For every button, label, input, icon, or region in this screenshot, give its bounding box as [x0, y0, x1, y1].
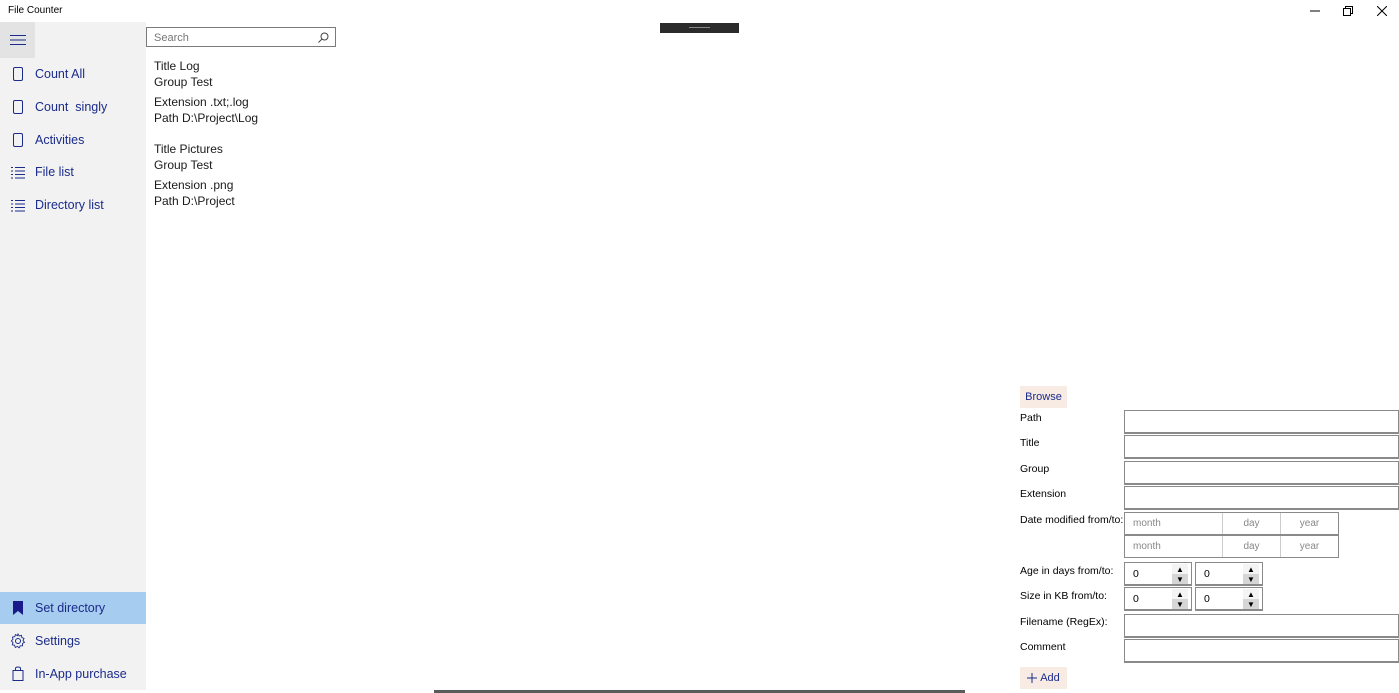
sidebar-item-file-list[interactable]: File list [0, 156, 146, 188]
browse-button[interactable]: Browse [1020, 386, 1067, 408]
group-label: Group [1020, 463, 1050, 475]
list-item[interactable]: Title Pictures Group Test Extension .png… [154, 141, 235, 209]
gear-icon [10, 633, 26, 649]
tablet-icon [13, 100, 23, 114]
group-field[interactable] [1124, 461, 1399, 485]
entry-title: Title Log [154, 59, 200, 73]
increment-arrow-icon[interactable]: ▲ [1243, 564, 1259, 574]
comment-label: Comment [1020, 641, 1066, 653]
size-from-value: 0 [1133, 593, 1139, 605]
sidebar-item-directory-list[interactable]: Directory list [0, 189, 146, 221]
decrement-arrow-icon[interactable]: ▼ [1172, 599, 1188, 609]
decrement-arrow-icon[interactable]: ▼ [1172, 574, 1188, 584]
extension-label: Extension [1020, 488, 1067, 500]
list-icon [11, 200, 25, 212]
date-to-month[interactable]: month [1125, 536, 1223, 557]
date-to-picker[interactable]: month day year [1124, 535, 1339, 558]
entry-extension: Extension .txt;.log [154, 95, 249, 109]
age-to-stepper[interactable]: 0 ▲ ▼ [1195, 562, 1263, 586]
title-bar: File Counter [0, 0, 1399, 22]
size-from-stepper[interactable]: 0 ▲ ▼ [1124, 587, 1192, 611]
date-modified-label: Date modified from/to: [1020, 514, 1124, 526]
date-to-year[interactable]: year [1281, 536, 1338, 557]
add-button[interactable]: Add [1020, 667, 1067, 689]
date-from-year[interactable]: year [1281, 513, 1338, 534]
size-to-value: 0 [1204, 593, 1210, 605]
decrement-arrow-icon[interactable]: ▼ [1243, 574, 1259, 584]
sidebar-item-label: Settings [35, 634, 81, 648]
age-label: Age in days from/to: [1020, 565, 1114, 577]
add-button-label: Add [1040, 672, 1060, 684]
filename-regex-label: Filename (RegEx): [1020, 616, 1108, 628]
sidebar: Count All Count singly Activities File l… [0, 22, 146, 690]
close-icon [1377, 6, 1387, 16]
sidebar-item-label: File list [35, 165, 74, 179]
search-input[interactable]: Search [146, 27, 336, 47]
hamburger-icon [9, 35, 26, 45]
decrement-arrow-icon[interactable]: ▼ [1243, 599, 1259, 609]
app-title: File Counter [8, 5, 63, 16]
increment-arrow-icon[interactable]: ▲ [1172, 564, 1188, 574]
path-label: Path [1020, 412, 1042, 424]
entry-extension: Extension .png [154, 178, 234, 192]
comment-field[interactable] [1124, 639, 1399, 663]
sidebar-item-in-app-purchase[interactable]: In-App purchase [0, 658, 146, 690]
sidebar-item-count-all[interactable]: Count All [0, 58, 146, 90]
date-from-day[interactable]: day [1223, 513, 1281, 534]
title-field[interactable] [1124, 435, 1399, 459]
increment-arrow-icon[interactable]: ▲ [1243, 589, 1259, 599]
hamburger-button[interactable] [0, 22, 35, 58]
tablet-icon [13, 67, 23, 81]
title-label: Title [1020, 437, 1040, 449]
list-icon [11, 167, 25, 179]
path-field[interactable] [1124, 410, 1399, 434]
size-to-stepper[interactable]: 0 ▲ ▼ [1195, 587, 1263, 611]
close-button[interactable] [1365, 0, 1399, 22]
list-item[interactable]: Title Log Group Test Extension .txt;.log… [154, 58, 258, 126]
entry-group: Group Test [154, 75, 213, 89]
sidebar-item-settings[interactable]: Settings [0, 625, 146, 657]
sidebar-item-label: Activities [35, 133, 85, 147]
entry-title: Title Pictures [154, 142, 223, 156]
plus-icon [1027, 673, 1038, 683]
sidebar-item-label: Count All [35, 67, 86, 81]
drag-handle[interactable] [660, 23, 739, 33]
search-placeholder: Search [154, 32, 189, 44]
entry-path: Path D:\Project [154, 194, 235, 208]
sidebar-item-label: In-App purchase [35, 667, 127, 681]
minimize-icon [1310, 10, 1320, 12]
increment-arrow-icon[interactable]: ▲ [1172, 589, 1188, 599]
bag-icon [12, 666, 24, 681]
restore-button[interactable] [1331, 0, 1365, 22]
minimize-button[interactable] [1298, 0, 1332, 22]
search-icon[interactable] [318, 32, 329, 43]
filename-regex-field[interactable] [1124, 614, 1399, 638]
sidebar-item-count-singly[interactable]: Count singly [0, 91, 146, 123]
sidebar-item-set-directory[interactable]: Set directory [0, 592, 146, 624]
entry-path: Path D:\Project\Log [154, 111, 259, 125]
bookmark-icon [13, 601, 23, 615]
sidebar-item-label: Count singly [35, 100, 108, 114]
date-from-picker[interactable]: month day year [1124, 512, 1339, 535]
age-from-stepper[interactable]: 0 ▲ ▼ [1124, 562, 1192, 586]
age-to-value: 0 [1204, 568, 1210, 580]
extension-field[interactable] [1124, 486, 1399, 510]
restore-icon [1343, 6, 1353, 16]
sidebar-item-label: Set directory [35, 601, 106, 615]
sidebar-item-label: Directory list [35, 198, 104, 212]
age-from-value: 0 [1133, 568, 1139, 580]
date-to-day[interactable]: day [1223, 536, 1281, 557]
entry-group: Group Test [154, 158, 213, 172]
tablet-icon [13, 133, 23, 147]
size-label: Size in KB from/to: [1020, 590, 1107, 602]
sidebar-item-activities[interactable]: Activities [0, 124, 146, 156]
date-from-month[interactable]: month [1125, 513, 1223, 534]
